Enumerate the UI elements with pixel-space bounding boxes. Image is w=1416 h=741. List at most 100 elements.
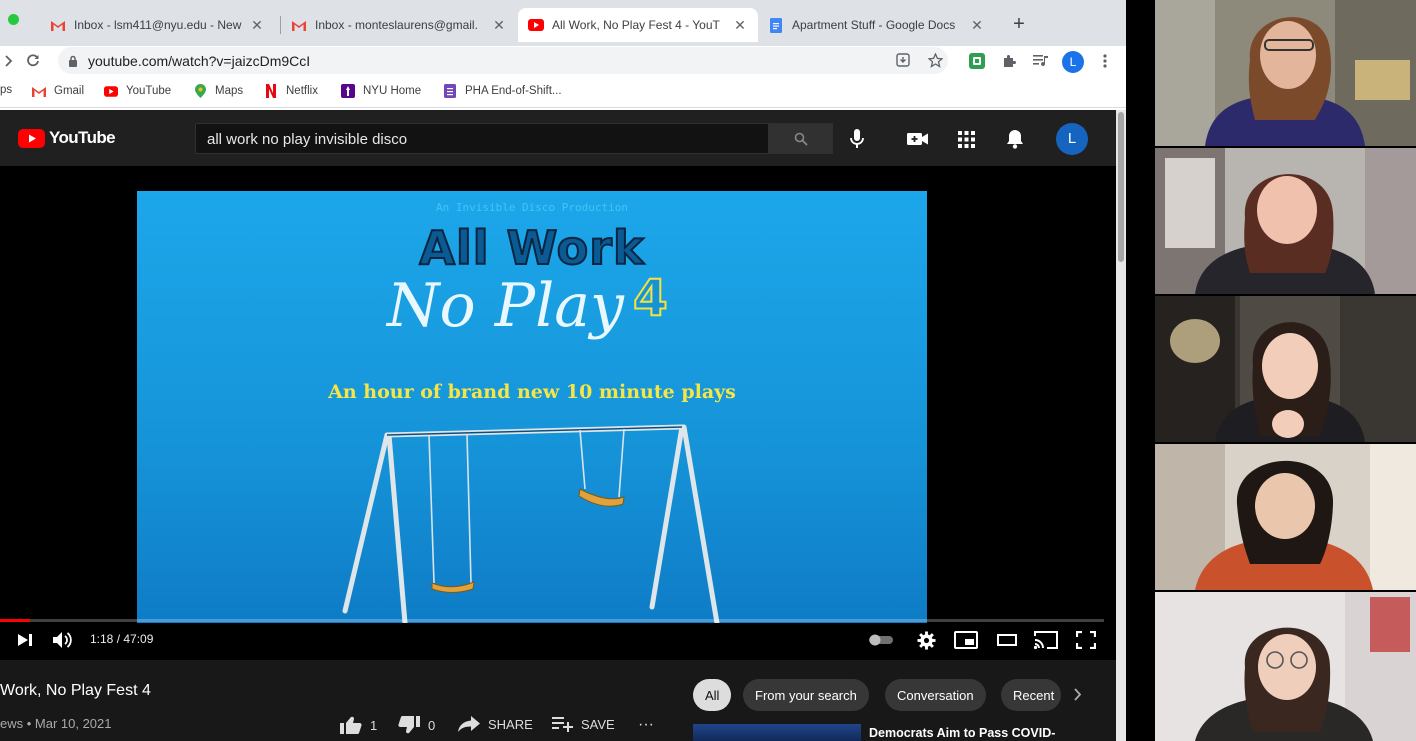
youtube-logo[interactable]: YouTube	[18, 128, 116, 148]
reload-icon[interactable]	[24, 52, 42, 70]
tab-gmail-personal[interactable]: Inbox - monteslaurens@gmail. ✕	[281, 8, 517, 42]
swingset-illustration	[342, 424, 720, 623]
bookmark-netflix[interactable]: Netflix	[264, 84, 318, 98]
save-button[interactable]: SAVE	[552, 716, 615, 732]
bookmark-apps[interactable]: ps	[0, 84, 12, 96]
tab-google-docs[interactable]: Apartment Stuff - Google Docs ✕	[758, 8, 995, 42]
more-actions-label: ···	[638, 716, 654, 733]
bookmark-label: Gmail	[54, 85, 85, 97]
bookmark-gmail[interactable]: Gmail	[32, 84, 84, 98]
media-queue-icon[interactable]	[1032, 52, 1050, 70]
participant-video-3[interactable]	[1155, 296, 1416, 442]
settings-button[interactable]	[914, 628, 938, 652]
chip-all[interactable]: All	[693, 679, 732, 711]
bookmark-label: ps	[0, 84, 13, 96]
save-playlist-icon	[552, 717, 573, 732]
gmail-icon	[32, 84, 46, 98]
related-video-title[interactable]: Democrats Aim to Pass COVID-	[869, 726, 1055, 740]
extensions-puzzle-icon[interactable]	[1000, 52, 1018, 70]
chip-from-your-search[interactable]: From your search	[743, 679, 869, 711]
like-button[interactable]: 1	[340, 716, 377, 734]
time-total: 47:09	[123, 632, 154, 646]
gmail-icon	[291, 17, 307, 33]
tab-youtube[interactable]: All Work, No Play Fest 4 - YouT ✕	[518, 8, 758, 42]
close-icon[interactable]: ✕	[249, 17, 265, 34]
search-button[interactable]	[768, 123, 833, 154]
participant-video-5[interactable]	[1155, 592, 1416, 741]
chip-conversation[interactable]: Conversation	[885, 679, 986, 711]
mute-button[interactable]	[50, 628, 76, 652]
install-app-icon[interactable]	[894, 51, 912, 69]
chip-label: Recent	[1013, 687, 1055, 703]
share-label: SHARE	[488, 716, 533, 732]
bookmark-pha-form[interactable]: PHA End-of-Shift...	[443, 84, 562, 98]
dislike-count: 0	[428, 717, 436, 733]
video-frame[interactable]: An Invisible Disco Production All Work N…	[137, 191, 927, 623]
participant-webcam-feed	[1155, 592, 1416, 741]
autoplay-toggle[interactable]	[866, 628, 896, 652]
autoplay-toggle-icon	[869, 634, 893, 646]
bookmark-label: PHA End-of-Shift...	[465, 85, 562, 97]
scrollbar-thumb[interactable]	[1118, 112, 1124, 262]
next-video-button[interactable]	[13, 628, 37, 652]
url-text: youtube.com/watch?v=jaizcDm9CcI	[88, 53, 311, 69]
bookmark-maps[interactable]: Maps	[193, 84, 243, 98]
voice-search-icon[interactable]	[845, 127, 869, 151]
forward-icon[interactable]	[0, 52, 18, 70]
youtube-icon	[104, 84, 118, 98]
like-count: 1	[370, 717, 378, 733]
search-icon	[794, 132, 808, 146]
miniplayer-icon	[954, 631, 978, 649]
bookmark-youtube[interactable]: YouTube	[104, 84, 171, 98]
window-maximize-button[interactable]	[8, 14, 19, 25]
participant-video-2[interactable]	[1155, 148, 1416, 294]
chip-label: From your search	[755, 687, 857, 703]
chip-label: All	[705, 687, 720, 703]
extension-green-icon[interactable]	[968, 52, 986, 70]
volume-icon	[53, 632, 72, 648]
progress-played	[0, 619, 31, 622]
close-icon[interactable]: ✕	[969, 17, 985, 34]
miniplayer-button[interactable]	[953, 628, 979, 652]
create-video-icon[interactable]	[906, 127, 930, 151]
more-actions-button[interactable]: ···	[638, 716, 654, 734]
share-button[interactable]: SHARE	[458, 716, 533, 732]
skip-next-icon	[18, 634, 32, 646]
new-tab-button[interactable]: +	[1009, 12, 1029, 36]
participant-video-1[interactable]	[1155, 0, 1416, 146]
cast-button[interactable]	[1032, 628, 1060, 652]
progress-bar[interactable]	[0, 619, 1104, 622]
apps-grid-icon[interactable]	[954, 127, 978, 151]
video-title: Work, No Play Fest 4	[0, 682, 151, 699]
more-menu-icon[interactable]	[1096, 52, 1114, 70]
participant-video-4[interactable]	[1155, 444, 1416, 590]
fullscreen-button[interactable]	[1074, 628, 1098, 652]
chips-next-button[interactable]	[1073, 688, 1090, 701]
search-input[interactable]: all work no play invisible disco	[195, 123, 769, 154]
participant-webcam-feed	[1155, 0, 1416, 146]
bookmark-nyu-home[interactable]: NYU Home	[341, 84, 421, 98]
avatar[interactable]: L	[1056, 123, 1088, 155]
nyu-icon	[341, 84, 355, 98]
address-bar[interactable]: youtube.com/watch?v=jaizcDm9CcI	[58, 47, 948, 74]
youtube-header: YouTube all work no play invisible disco	[0, 110, 1116, 166]
video-info-section: Work, No Play Fest 4 ews • Mar 10, 2021 …	[0, 660, 1116, 741]
avatar[interactable]: L	[1062, 51, 1084, 73]
related-video-thumbnail[interactable]	[693, 724, 861, 741]
bookmark-label: Netflix	[286, 85, 318, 97]
browser-window: Inbox - lsm411@nyu.edu - New ✕ Inbox - m…	[0, 0, 1126, 741]
theater-mode-button[interactable]	[994, 628, 1020, 652]
notifications-bell-icon[interactable]	[1003, 127, 1027, 151]
tab-gmail-nyu[interactable]: Inbox - lsm411@nyu.edu - New ✕	[40, 8, 275, 42]
thumbs-down-icon	[398, 716, 420, 734]
gmail-icon	[50, 17, 66, 33]
youtube-icon	[18, 128, 45, 148]
video-player[interactable]: An Invisible Disco Production All Work N…	[0, 166, 1116, 660]
thumbs-up-icon	[340, 716, 362, 734]
tab-strip: Inbox - lsm411@nyu.edu - New ✕ Inbox - m…	[0, 0, 1126, 46]
close-icon[interactable]: ✕	[732, 17, 748, 34]
close-icon[interactable]: ✕	[491, 17, 507, 34]
bookmark-star-icon[interactable]	[926, 51, 944, 69]
dislike-button[interactable]: 0	[398, 716, 435, 734]
chip-recent[interactable]: Recent	[1001, 679, 1061, 711]
